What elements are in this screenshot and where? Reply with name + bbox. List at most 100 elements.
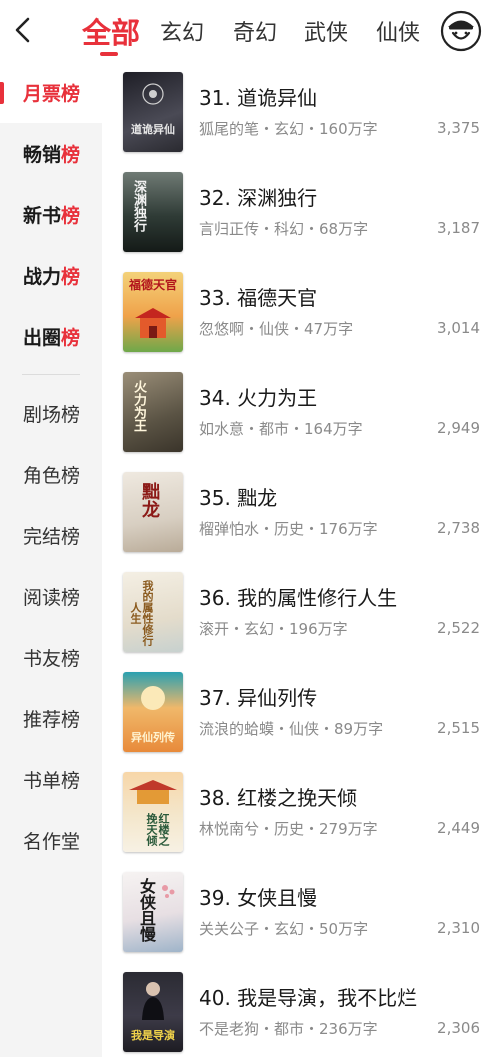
sidebar-divider [22,374,80,375]
sidebar-item-characters[interactable]: 角色榜 [0,444,102,505]
cover-title: 红楼之挽天倾 [145,812,170,846]
book-row[interactable]: 深渊独行 32. 深渊独行 言归正传・科幻・68万字 3,187 [102,162,500,262]
book-title: 40. 我是导演，我不比烂 [199,986,418,1010]
cover-emblem-icon [142,83,164,105]
book-meta: 言归正传・科幻・68万字 [199,220,369,238]
chevron-left-icon [15,17,30,43]
book-title: 34. 火力为王 [199,386,318,410]
book-title: 32. 深渊独行 [199,186,318,210]
book-meta: 流浪的蛤蟆・仙侠・89万字 [199,720,384,738]
cover-title: 火力为王 [131,380,146,432]
book-row[interactable]: 异仙列传 37. 异仙列传 流浪的蛤蟆・仙侠・89万字 2,515 [102,662,500,762]
sidebar-item-booklists[interactable]: 书单榜 [0,749,102,810]
ranking-list: 道诡异仙 31. 道诡异仙 狐尾的笔・玄幻・160万字 3,375 深渊独行 3… [102,62,500,1057]
book-cover: 黜龙 [123,472,183,552]
ranking-sidebar: 月票榜 畅销榜 新书榜 战力榜 出圈榜 剧场榜 角色榜 完结榜 阅读榜 书友榜 … [0,62,102,1057]
sidebar-item-label: 战力榜 [23,266,81,288]
sidebar-item-label: 推荐榜 [23,709,81,731]
book-meta: 狐尾的笔・玄幻・160万字 [199,120,378,138]
book-meta: 林悦南兮・历史・279万字 [199,820,378,838]
book-row[interactable]: 火力为王 34. 火力为王 如水意・都市・164万字 2,949 [102,362,500,462]
book-meta: 忽悠啊・仙侠・47万字 [199,320,354,338]
active-item-marker [0,82,4,104]
book-title: 31. 道诡异仙 [199,86,318,110]
sidebar-item-monthly-ticket[interactable]: 月票榜 [0,62,102,123]
hot-highlight-char: 榜 [61,327,81,349]
book-cover: 深渊独行 [123,172,183,252]
book-title: 36. 我的属性修行人生 [199,586,398,610]
tab-qihuan[interactable]: 奇幻 [233,15,277,47]
book-row[interactable]: 福德天官 33. 福德天官 忽悠啊・仙侠・47万字 3,014 [102,262,500,362]
sidebar-item-power[interactable]: 战力榜 [0,245,102,306]
book-title: 35. 黜龙 [199,486,278,510]
monthly-ticket-count: 2,522 [437,619,480,637]
monthly-ticket-count: 2,310 [437,919,480,937]
sidebar-item-theater[interactable]: 剧场榜 [0,383,102,444]
book-row[interactable]: 红楼之挽天倾 38. 红楼之挽天倾 林悦南兮・历史・279万字 2,449 [102,762,500,862]
monthly-ticket-count: 2,738 [437,519,480,537]
book-title: 33. 福德天官 [199,286,318,310]
book-cover: 福德天官 [123,272,183,352]
cover-title: 福德天官 [128,278,177,292]
book-row[interactable]: 道诡异仙 31. 道诡异仙 狐尾的笔・玄幻・160万字 3,375 [102,62,500,162]
cover-temple-icon [135,308,171,338]
sidebar-item-label: 完结榜 [23,526,81,548]
top-bar: 全部 玄幻 奇幻 武侠 仙侠 [0,0,500,62]
cover-figure-icon [142,982,164,1020]
monthly-ticket-count: 2,449 [437,819,480,837]
book-row[interactable]: 黜龙 35. 黜龙 榴弹怕水・历史・176万字 2,738 [102,462,500,562]
cover-title: 道诡异仙 [131,123,175,136]
user-avatar-button[interactable] [440,10,482,52]
cover-moon-icon [141,686,165,710]
sidebar-item-label: 书单榜 [23,770,81,792]
sidebar-item-completed[interactable]: 完结榜 [0,505,102,566]
sidebar-item-book-friends[interactable]: 书友榜 [0,627,102,688]
sidebar-item-label: 畅销榜 [23,144,81,166]
book-title: 39. 女侠且慢 [199,886,318,910]
sidebar-item-breakout[interactable]: 出圈榜 [0,306,102,367]
sidebar-item-reading[interactable]: 阅读榜 [0,566,102,627]
book-row[interactable]: 我的属性修行人生 36. 我的属性修行人生 滚开・玄幻・196万字 2,522 [102,562,500,662]
hot-highlight-char: 榜 [61,266,81,288]
book-meta: 滚开・玄幻・196万字 [199,620,348,638]
sidebar-item-label: 新书榜 [23,205,81,227]
cover-pavilion-icon [129,780,177,804]
book-cover: 我的属性修行人生 [123,572,183,652]
monthly-ticket-count: 2,306 [437,1019,480,1037]
sidebar-item-label: 角色榜 [23,465,81,487]
book-meta: 关关公子・玄幻・50万字 [199,920,369,938]
book-row[interactable]: 女侠且慢 39. 女侠且慢 关关公子・玄幻・50万字 2,310 [102,862,500,962]
hot-highlight-char: 榜 [61,205,81,227]
hot-highlight-char: 榜 [61,144,81,166]
book-meta: 不是老狗・都市・236万字 [199,1020,378,1038]
sidebar-item-label: 月票榜 [23,83,81,105]
book-row[interactable]: 我是导演 40. 我是导演，我不比烂 不是老狗・都市・236万字 2,306 [102,962,500,1057]
sidebar-item-label: 剧场榜 [23,404,81,426]
tab-xuanhuan[interactable]: 玄幻 [160,15,204,47]
tab-xianxia[interactable]: 仙侠 [376,15,420,47]
cover-title: 异仙列传 [131,731,175,744]
cover-title: 黜龙 [139,482,160,518]
book-cover: 红楼之挽天倾 [123,772,183,852]
monthly-ticket-count: 3,014 [437,319,480,337]
sidebar-item-bestseller[interactable]: 畅销榜 [0,123,102,184]
book-cover: 异仙列传 [123,672,183,752]
book-cover: 女侠且慢 [123,872,183,952]
sidebar-item-recommended[interactable]: 推荐榜 [0,688,102,749]
back-button[interactable] [10,12,38,48]
cover-title: 女侠且慢 [137,878,156,942]
sidebar-item-hall-of-fame[interactable]: 名作堂 [0,810,102,871]
book-meta: 榴弹怕水・历史・176万字 [199,520,378,538]
cover-title: 深渊独行 [131,180,146,232]
book-title: 38. 红楼之挽天倾 [199,786,358,810]
sidebar-item-label: 出圈榜 [23,327,81,349]
monthly-ticket-count: 3,375 [437,119,480,137]
tab-all[interactable]: 全部 [82,10,140,52]
book-title: 37. 异仙列传 [199,686,318,710]
sidebar-item-new-books[interactable]: 新书榜 [0,184,102,245]
book-cover: 火力为王 [123,372,183,452]
book-cover: 道诡异仙 [123,72,183,152]
cover-blossom-icon [162,885,175,898]
tab-wuxia[interactable]: 武侠 [304,15,348,47]
monthly-ticket-count: 3,187 [437,219,480,237]
